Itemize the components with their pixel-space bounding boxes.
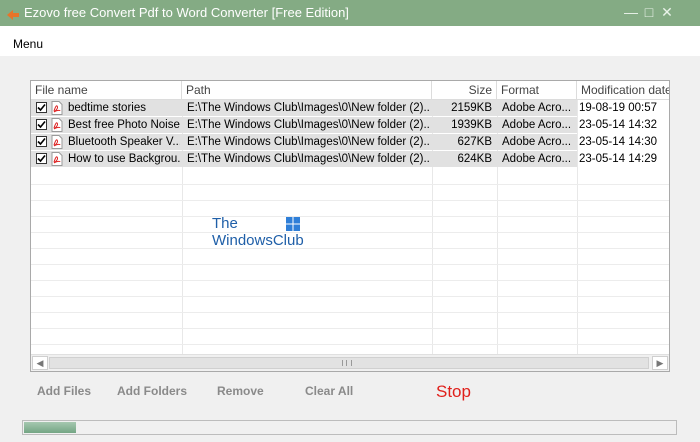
close-icon[interactable]: ✕ bbox=[658, 3, 676, 21]
file-format: Adobe Acro... bbox=[502, 119, 572, 131]
app-arrow-icon bbox=[7, 10, 19, 20]
scrollbar-thumb[interactable] bbox=[49, 357, 649, 369]
row-checkbox[interactable] bbox=[36, 136, 47, 147]
file-date: 23-05-14 14:30 bbox=[578, 136, 657, 148]
file-format: Adobe Acro... bbox=[502, 102, 572, 114]
row-divider bbox=[31, 232, 669, 233]
file-date: 23-05-14 14:32 bbox=[578, 119, 657, 131]
table-row[interactable]: How to use Backgrou... E:\The Windows Cl… bbox=[31, 151, 657, 167]
file-size: 624KB bbox=[457, 153, 492, 165]
row-divider bbox=[31, 328, 669, 329]
add-files-button[interactable]: Add Files bbox=[37, 384, 91, 398]
scroll-right-icon[interactable]: ▶ bbox=[652, 356, 668, 370]
list-body[interactable]: bedtime stories E:\The Windows Club\Imag… bbox=[31, 100, 669, 354]
windows-flag-icon bbox=[286, 217, 300, 231]
table-row[interactable]: Best free Photo Noise... E:\The Windows … bbox=[31, 117, 657, 133]
pdf-icon bbox=[51, 101, 63, 115]
column-header-size[interactable]: Size bbox=[432, 81, 497, 99]
file-path: E:\The Windows Club\Images\0\New folder … bbox=[187, 153, 429, 165]
grip-icon bbox=[342, 360, 352, 366]
window-title: Ezovo free Convert Pdf to Word Converter… bbox=[24, 5, 349, 20]
remove-button[interactable]: Remove bbox=[217, 384, 264, 398]
minimize-icon[interactable]: — bbox=[622, 3, 640, 21]
list-header: File name Path Size Format Modification … bbox=[31, 81, 669, 100]
file-name: bedtime stories bbox=[68, 102, 146, 114]
checkmark-icon bbox=[37, 154, 46, 163]
watermark-line-2: WindowsClub bbox=[212, 232, 304, 249]
row-checkbox[interactable] bbox=[36, 102, 47, 113]
file-name: Best free Photo Noise... bbox=[68, 119, 180, 131]
stop-button[interactable]: Stop bbox=[436, 382, 471, 402]
add-folders-button[interactable]: Add Folders bbox=[117, 384, 187, 398]
file-list[interactable]: File name Path Size Format Modification … bbox=[30, 80, 670, 372]
file-format: Adobe Acro... bbox=[502, 136, 572, 148]
table-row[interactable]: Bluetooth Speaker V... E:\The Windows Cl… bbox=[31, 134, 657, 150]
file-path: E:\The Windows Club\Images\0\New folder … bbox=[187, 102, 429, 114]
clear-all-button[interactable]: Clear All bbox=[305, 384, 353, 398]
row-checkbox[interactable] bbox=[36, 119, 47, 130]
checkmark-icon bbox=[37, 137, 46, 146]
file-path: E:\The Windows Club\Images\0\New folder … bbox=[187, 119, 429, 131]
row-divider bbox=[31, 264, 669, 265]
row-divider bbox=[31, 248, 669, 249]
checkmark-icon bbox=[37, 103, 46, 112]
pdf-icon bbox=[51, 118, 63, 132]
row-divider bbox=[31, 216, 669, 217]
row-checkbox[interactable] bbox=[36, 153, 47, 164]
file-size: 2159KB bbox=[451, 102, 492, 114]
pdf-icon bbox=[51, 152, 63, 166]
file-name: How to use Backgrou... bbox=[68, 153, 180, 165]
horizontal-scrollbar[interactable]: ◀ ▶ bbox=[31, 354, 669, 371]
menu-item[interactable]: Menu bbox=[13, 37, 43, 51]
file-size: 627KB bbox=[457, 136, 492, 148]
row-divider bbox=[31, 184, 669, 185]
menu-bar: Menu bbox=[0, 26, 700, 57]
file-format: Adobe Acro... bbox=[502, 153, 572, 165]
file-date: 23-05-14 14:29 bbox=[578, 153, 657, 165]
file-size: 1939KB bbox=[451, 119, 492, 131]
column-header-modification-date[interactable]: Modification date bbox=[577, 81, 669, 99]
pdf-icon bbox=[51, 135, 63, 149]
scroll-left-icon[interactable]: ◀ bbox=[32, 356, 48, 370]
column-header-path[interactable]: Path bbox=[182, 81, 432, 99]
checkmark-icon bbox=[37, 120, 46, 129]
maximize-icon[interactable]: □ bbox=[640, 3, 658, 21]
file-name: Bluetooth Speaker V... bbox=[68, 136, 180, 148]
file-path: E:\The Windows Club\Images\0\New folder … bbox=[187, 136, 429, 148]
column-header-format[interactable]: Format bbox=[497, 81, 577, 99]
watermark-logo: The WindowsClub bbox=[212, 215, 304, 249]
row-divider bbox=[31, 312, 669, 313]
row-divider bbox=[31, 344, 669, 345]
progress-bar bbox=[22, 420, 677, 435]
table-row[interactable]: bedtime stories E:\The Windows Club\Imag… bbox=[31, 100, 657, 116]
row-divider bbox=[31, 200, 669, 201]
column-header-file-name[interactable]: File name bbox=[31, 81, 182, 99]
title-bar: Ezovo free Convert Pdf to Word Converter… bbox=[0, 0, 700, 26]
row-divider bbox=[31, 296, 669, 297]
file-date: 19-08-19 00:57 bbox=[578, 102, 657, 114]
row-divider bbox=[31, 280, 669, 281]
progress-fill bbox=[24, 422, 76, 433]
